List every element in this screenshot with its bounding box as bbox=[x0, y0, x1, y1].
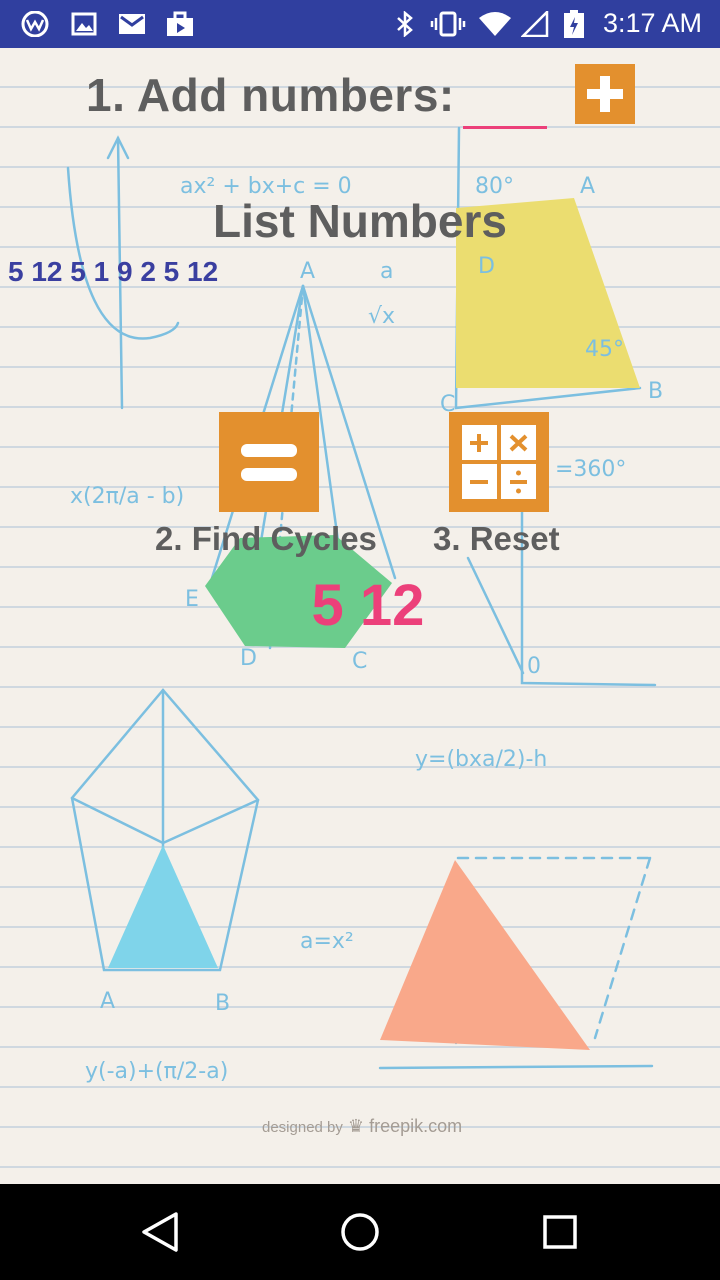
plus-icon bbox=[587, 76, 623, 112]
svg-text:B: B bbox=[648, 379, 663, 404]
bluetooth-icon bbox=[394, 11, 416, 37]
svg-text:x(2π/a - b): x(2π/a - b) bbox=[70, 484, 184, 509]
cycle-result: 5 12 bbox=[311, 573, 425, 638]
equals-icon bbox=[241, 444, 297, 481]
svg-text:D: D bbox=[478, 254, 495, 279]
add-button[interactable] bbox=[575, 64, 635, 124]
navigation-bar bbox=[0, 1184, 720, 1280]
number-input[interactable] bbox=[463, 82, 547, 129]
recents-icon[interactable] bbox=[532, 1204, 588, 1260]
svg-text:C: C bbox=[352, 649, 367, 674]
clock: 3:17 AM bbox=[602, 8, 702, 38]
find-cycles-button[interactable] bbox=[219, 412, 319, 512]
battery-icon bbox=[562, 10, 586, 38]
svg-text:45°: 45° bbox=[585, 337, 624, 362]
svg-text:D: D bbox=[240, 646, 257, 671]
svg-text:y=(bxa/2)-h: y=(bxa/2)-h bbox=[415, 747, 547, 772]
image-icon bbox=[70, 11, 98, 37]
svg-text:0: 0 bbox=[527, 654, 541, 679]
svg-text:A: A bbox=[300, 259, 315, 284]
list-numbers-title: List Numbers bbox=[213, 195, 507, 247]
briefcase-icon bbox=[165, 11, 195, 37]
svg-text:a=x²: a=x² bbox=[300, 929, 354, 954]
svg-text:A: A bbox=[100, 989, 115, 1014]
home-icon[interactable] bbox=[332, 1204, 388, 1260]
signal-icon bbox=[521, 11, 549, 37]
svg-text:=360°: =360° bbox=[555, 457, 626, 482]
reset-button[interactable] bbox=[449, 412, 549, 512]
back-icon[interactable] bbox=[132, 1204, 188, 1260]
find-cycles-label: 2. Find Cycles bbox=[155, 520, 377, 557]
svg-text:y(-a)+(π/2-a): y(-a)+(π/2-a) bbox=[85, 1059, 228, 1084]
calculator-icon bbox=[462, 425, 536, 499]
add-numbers-label: 1. Add numbers: bbox=[86, 69, 455, 121]
svg-text:B: B bbox=[215, 991, 230, 1016]
svg-text:a: a bbox=[380, 259, 393, 284]
number-list: 5 12 5 1 9 2 5 12 bbox=[8, 256, 219, 287]
freepik-logo-icon: ♛ bbox=[347, 1116, 365, 1136]
reset-label: 3. Reset bbox=[433, 520, 560, 557]
wifi-icon bbox=[477, 11, 513, 37]
app-logo-icon bbox=[18, 11, 52, 37]
svg-text:√x: √x bbox=[368, 304, 395, 329]
status-bar: 3:17 AM bbox=[0, 0, 720, 48]
mail-icon bbox=[117, 11, 147, 37]
vibrate-icon bbox=[430, 11, 466, 37]
freepik-credit: designed by ♛ freepik.com bbox=[262, 1116, 463, 1136]
